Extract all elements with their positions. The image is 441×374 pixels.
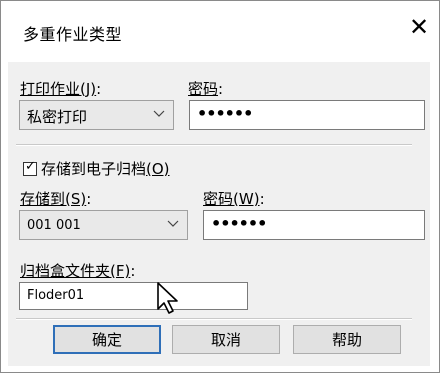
store-to-hotkey: (S) [65, 190, 87, 208]
print-job-label-text: 打印作业 [20, 80, 81, 98]
folder-hotkey: (F) [110, 262, 131, 280]
store-to-colon: : [86, 190, 92, 208]
store-e-filing-hotkey: (O) [146, 160, 170, 178]
help-button[interactable]: 帮助 [293, 325, 401, 354]
password-2-value: •••••• [211, 214, 267, 233]
folder-value: Floder01 [27, 288, 85, 303]
mouse-pointer-icon [156, 281, 182, 319]
password-1-label-text: 密码 [188, 80, 219, 98]
print-job-colon: : [96, 80, 102, 98]
password-2-label-text: 密码 [203, 190, 234, 208]
password-2-field[interactable]: •••••• [203, 210, 425, 240]
password-2-colon: : [259, 190, 265, 208]
password-1-field[interactable]: •••••• [189, 100, 425, 130]
password-1-colon: : [218, 80, 224, 98]
password-2-hotkey: (W) [233, 190, 260, 208]
print-job-combo[interactable]: 私密打印 [19, 100, 174, 130]
store-to-label-text: 存储到 [20, 190, 66, 208]
folder-label: 归档盒文件夹(F): [20, 260, 135, 281]
password-1-value: •••••• [197, 104, 253, 123]
folder-colon: : [130, 262, 136, 280]
chevron-down-icon [167, 215, 179, 235]
chevron-down-icon [153, 105, 165, 125]
store-to-label: 存储到(S): [20, 188, 91, 209]
dialog-title: 多重作业类型 [23, 25, 123, 44]
store-to-combo[interactable]: 001 001 [19, 210, 188, 240]
store-to-value: 001 001 [27, 218, 81, 233]
store-e-filing-label[interactable]: 存储到电子归档(O) [41, 158, 170, 179]
store-e-filing-label-text: 存储到电子归档 [41, 160, 147, 178]
password-1-label: 密码: [188, 78, 223, 99]
store-e-filing-checkbox[interactable]: ✓ [23, 159, 37, 176]
ok-button[interactable]: 确定 [53, 325, 161, 354]
print-job-value: 私密打印 [27, 108, 88, 126]
title-bar: 多重作业类型 ✕ [1, 1, 439, 63]
folder-label-text: 归档盒文件夹 [20, 262, 111, 280]
close-icon[interactable]: ✕ [409, 15, 429, 39]
password-2-label: 密码(W): [203, 188, 265, 209]
separator [16, 144, 412, 146]
print-job-label: 打印作业(J): [20, 78, 101, 99]
separator [16, 318, 412, 320]
print-job-hotkey: (J) [80, 80, 97, 98]
check-icon: ✓ [25, 159, 36, 174]
folder-field[interactable]: Floder01 [19, 282, 248, 310]
cancel-button[interactable]: 取消 [172, 325, 280, 354]
